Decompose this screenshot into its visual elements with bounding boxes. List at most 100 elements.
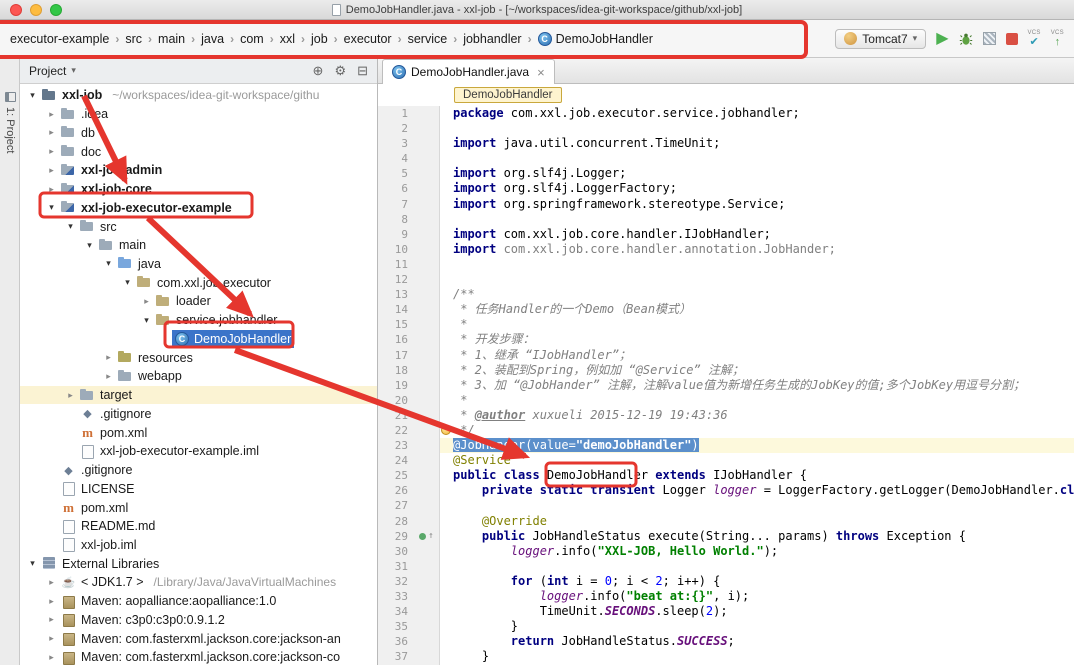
code-line-5[interactable]: 5import org.slf4j.Logger; bbox=[378, 166, 1074, 181]
code-line-24[interactable]: 24@Service bbox=[378, 453, 1074, 468]
code-line-33[interactable]: 33 logger.info("beat at:{}", i); bbox=[378, 589, 1074, 604]
code-line-19[interactable]: 19 * 3、加 “@JobHander” 注解，注解value值为新增任务生成… bbox=[378, 378, 1074, 393]
code-line-3[interactable]: 3import java.util.concurrent.TimeUnit; bbox=[378, 136, 1074, 151]
breadcrumb-java[interactable]: java bbox=[197, 30, 228, 48]
code-line-29[interactable]: 29↑ public JobHandleStatus execute(Strin… bbox=[378, 529, 1074, 544]
collapse-arrow-icon[interactable]: ▾ bbox=[45, 202, 58, 213]
tree-item-maven-aopalliance-aopalliance-1-0[interactable]: ▸Maven: aopalliance:aopalliance:1.0 bbox=[20, 592, 377, 611]
code-line-22[interactable]: 22 */ bbox=[378, 423, 1074, 438]
tree-item-gitignore[interactable]: ◆.gitignore bbox=[20, 461, 377, 480]
code-line-26[interactable]: 26 private static transient Logger logge… bbox=[378, 483, 1074, 498]
tree-item-jdk1-7[interactable]: ▸☕< JDK1.7 >/Library/Java/JavaVirtualMac… bbox=[20, 573, 377, 592]
code-line-21[interactable]: 21 * @author xuxueli 2015-12-19 19:43:36 bbox=[378, 408, 1074, 423]
tree-item-maven-com-fasterxml-jackson-core-jackson-an[interactable]: ▸Maven: com.fasterxml.jackson.core:jacks… bbox=[20, 629, 377, 648]
tree-item-db[interactable]: ▸db bbox=[20, 123, 377, 142]
code-line-10[interactable]: 10import com.xxl.job.core.handler.annota… bbox=[378, 242, 1074, 257]
breadcrumb-executor-example[interactable]: executor-example bbox=[6, 30, 113, 48]
tree-item-pom-xml[interactable]: mpom.xml bbox=[20, 423, 377, 442]
vcs-commit-button[interactable]: VCS ↑ bbox=[1051, 30, 1064, 48]
code-line-15[interactable]: 15 * bbox=[378, 317, 1074, 332]
code-editor[interactable]: 1package com.xxl.job.executor.service.jo… bbox=[378, 106, 1074, 665]
intention-bulb-icon[interactable] bbox=[441, 425, 451, 435]
collapse-arrow-icon[interactable]: ▾ bbox=[140, 315, 153, 326]
code-line-7[interactable]: 7import org.springframework.stereotype.S… bbox=[378, 197, 1074, 212]
override-arrow-icon[interactable]: ↑ bbox=[428, 529, 433, 544]
tree-item-pom-xml[interactable]: mpom.xml bbox=[20, 498, 377, 517]
code-line-31[interactable]: 31 bbox=[378, 559, 1074, 574]
expand-arrow-icon[interactable]: ▸ bbox=[140, 296, 153, 307]
code-line-12[interactable]: 12 bbox=[378, 272, 1074, 287]
code-line-32[interactable]: 32 for (int i = 0; i < 2; i++) { bbox=[378, 574, 1074, 589]
code-line-14[interactable]: 14 * 任务Handler的一个Demo（Bean模式） bbox=[378, 302, 1074, 317]
settings-icon[interactable]: ⚙ bbox=[334, 63, 346, 79]
code-line-25[interactable]: 25public class DemoJobHandler extends IJ… bbox=[378, 468, 1074, 483]
tree-item-external-libraries[interactable]: ▾External Libraries bbox=[20, 554, 377, 573]
implement-marker-icon[interactable] bbox=[419, 533, 426, 540]
code-line-28[interactable]: 28 @Override bbox=[378, 514, 1074, 529]
tree-item-xxl-job-executor-example[interactable]: ▾xxl-job-executor-example bbox=[20, 198, 377, 217]
expand-arrow-icon[interactable]: ▸ bbox=[102, 352, 115, 363]
code-line-11[interactable]: 11 bbox=[378, 257, 1074, 272]
collapse-arrow-icon[interactable]: ▾ bbox=[121, 277, 134, 288]
vcs-update-button[interactable]: VCS ✔ bbox=[1028, 30, 1041, 48]
collapse-arrow-icon[interactable]: ▾ bbox=[26, 90, 39, 101]
collapse-arrow-icon[interactable]: ▾ bbox=[83, 240, 96, 251]
code-line-35[interactable]: 35 } bbox=[378, 619, 1074, 634]
stop-button[interactable] bbox=[1006, 33, 1018, 45]
breadcrumb-main[interactable]: main bbox=[154, 30, 189, 48]
code-line-8[interactable]: 8 bbox=[378, 212, 1074, 227]
minimize-window-button[interactable] bbox=[30, 4, 42, 16]
tree-item-maven-com-fasterxml-jackson-core-jackson-co[interactable]: ▸Maven: com.fasterxml.jackson.core:jacks… bbox=[20, 648, 377, 665]
code-line-34[interactable]: 34 TimeUnit.SECONDS.sleep(2); bbox=[378, 604, 1074, 619]
tree-item-src[interactable]: ▾src bbox=[20, 217, 377, 236]
breadcrumb-src[interactable]: src bbox=[121, 30, 146, 48]
run-config-selector[interactable]: Tomcat7 ▾ bbox=[835, 29, 926, 49]
expand-arrow-icon[interactable]: ▸ bbox=[45, 127, 58, 138]
tree-item-java[interactable]: ▾java bbox=[20, 255, 377, 274]
debug-button[interactable] bbox=[959, 32, 973, 46]
code-line-37[interactable]: 37 } bbox=[378, 649, 1074, 664]
run-button[interactable]: ▶ bbox=[936, 31, 948, 47]
tree-item-loader[interactable]: ▸loader bbox=[20, 292, 377, 311]
breadcrumb-executor[interactable]: executor bbox=[340, 30, 396, 48]
tree-item-idea[interactable]: ▸.idea bbox=[20, 105, 377, 124]
code-line-13[interactable]: 13/** bbox=[378, 287, 1074, 302]
expand-arrow-icon[interactable]: ▸ bbox=[45, 652, 58, 663]
breadcrumb-job[interactable]: job bbox=[307, 30, 332, 48]
breadcrumb-jobhandler[interactable]: jobhandler bbox=[459, 30, 525, 48]
code-line-27[interactable]: 27 bbox=[378, 498, 1074, 513]
tree-item-gitignore[interactable]: ◆.gitignore bbox=[20, 404, 377, 423]
tree-item-target[interactable]: ▸target bbox=[20, 386, 377, 405]
code-line-20[interactable]: 20 * bbox=[378, 393, 1074, 408]
breadcrumb-xxl[interactable]: xxl bbox=[276, 30, 299, 48]
expand-arrow-icon[interactable]: ▸ bbox=[45, 184, 58, 195]
expand-arrow-icon[interactable]: ▸ bbox=[45, 109, 58, 120]
code-line-36[interactable]: 36 return JobHandleStatus.SUCCESS; bbox=[378, 634, 1074, 649]
expand-arrow-icon[interactable]: ▸ bbox=[102, 371, 115, 382]
tree-item-main[interactable]: ▾main bbox=[20, 236, 377, 255]
collapse-arrow-icon[interactable]: ▾ bbox=[102, 258, 115, 269]
code-line-30[interactable]: 30 logger.info("XXL-JOB, Hello World."); bbox=[378, 544, 1074, 559]
tree-item-demojobhandler[interactable]: CDemoJobHandler bbox=[20, 330, 377, 349]
code-line-16[interactable]: 16 * 开发步骤： bbox=[378, 332, 1074, 347]
tree-item-readme-md[interactable]: README.md bbox=[20, 517, 377, 536]
expand-arrow-icon[interactable]: ▸ bbox=[45, 577, 58, 588]
expand-arrow-icon[interactable]: ▸ bbox=[45, 614, 58, 625]
tree-item-xxl-job-admin[interactable]: ▸xxl-job-admin bbox=[20, 161, 377, 180]
code-line-1[interactable]: 1package com.xxl.job.executor.service.jo… bbox=[378, 106, 1074, 121]
tree-item-webapp[interactable]: ▸webapp bbox=[20, 367, 377, 386]
tree-item-service-jobhandler[interactable]: ▾service.jobhandler bbox=[20, 311, 377, 330]
code-line-17[interactable]: 17 * 1、继承 “IJobHandler”； bbox=[378, 348, 1074, 363]
project-view-selector[interactable]: Project ▾ bbox=[29, 64, 76, 78]
expand-arrow-icon[interactable]: ▸ bbox=[45, 165, 58, 176]
tree-item-xxl-job-iml[interactable]: xxl-job.iml bbox=[20, 536, 377, 555]
scroll-to-source-icon[interactable]: ⊕ bbox=[313, 63, 324, 79]
tree-item-doc[interactable]: ▸doc bbox=[20, 142, 377, 161]
code-line-23[interactable]: 23@JobHander(value="demoJobHandler") bbox=[378, 438, 1074, 453]
close-window-button[interactable] bbox=[10, 4, 22, 16]
tree-item-license[interactable]: LICENSE bbox=[20, 479, 377, 498]
expand-arrow-icon[interactable]: ▸ bbox=[45, 146, 58, 157]
tree-item-xxl-job[interactable]: ▾xxl-job~/workspaces/idea-git-workspace/… bbox=[20, 86, 377, 105]
collapse-arrow-icon[interactable]: ▾ bbox=[26, 558, 39, 569]
expand-arrow-icon[interactable]: ▸ bbox=[45, 633, 58, 644]
